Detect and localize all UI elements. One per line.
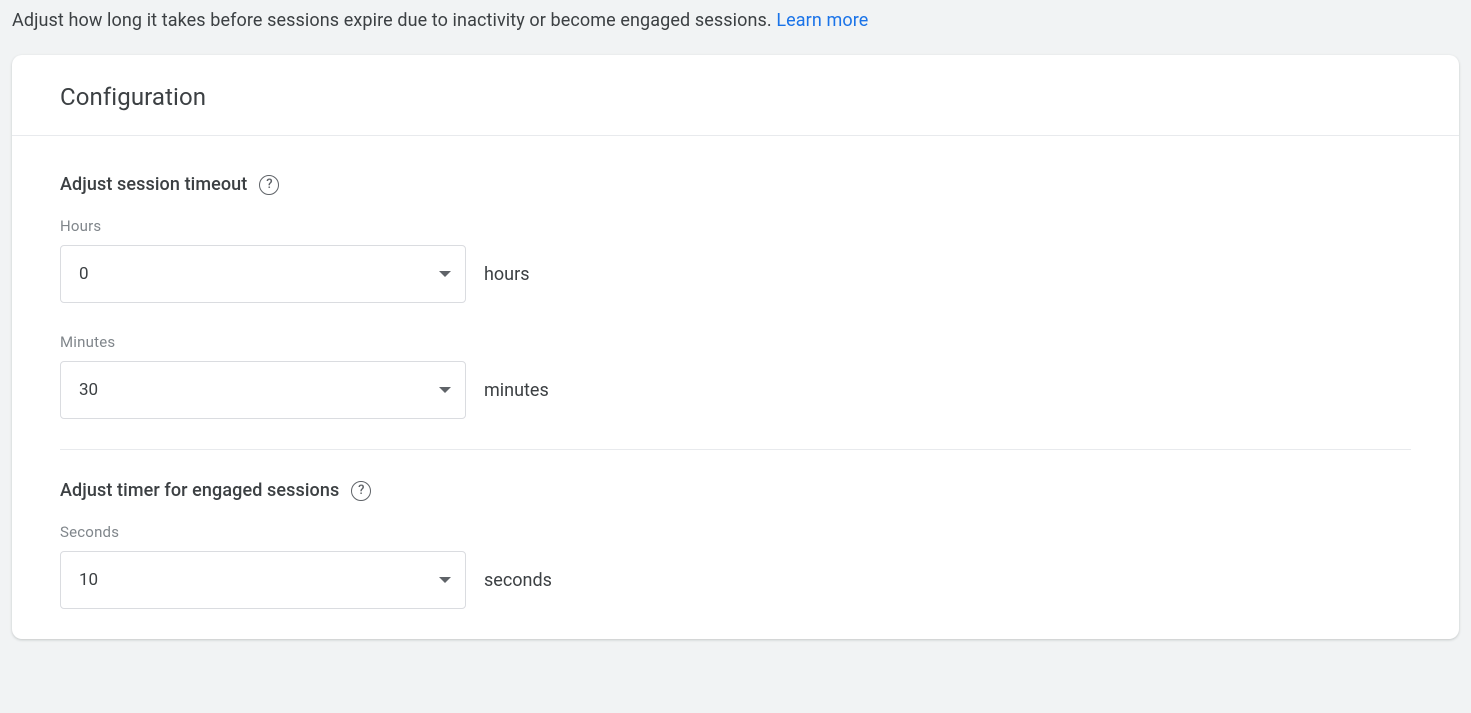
- minutes-label: Minutes: [60, 333, 1411, 351]
- chevron-down-icon: [439, 577, 451, 583]
- hours-suffix: hours: [484, 264, 530, 285]
- engaged-sessions-section: Adjust timer for engaged sessions Second…: [60, 450, 1411, 609]
- seconds-suffix: seconds: [484, 570, 552, 591]
- card-header: Configuration: [12, 55, 1459, 136]
- configuration-card: Configuration Adjust session timeout Hou…: [12, 55, 1459, 639]
- description-text: Adjust how long it takes before sessions…: [12, 10, 776, 31]
- hours-row: 0 hours: [60, 245, 1411, 303]
- minutes-select[interactable]: 30: [60, 361, 466, 419]
- seconds-select[interactable]: 10: [60, 551, 466, 609]
- minutes-row: 30 minutes: [60, 361, 1411, 419]
- help-icon[interactable]: [259, 175, 279, 195]
- page-description: Adjust how long it takes before sessions…: [0, 0, 1471, 55]
- seconds-value: 10: [79, 570, 98, 590]
- seconds-row: 10 seconds: [60, 551, 1411, 609]
- hours-value: 0: [79, 264, 89, 284]
- seconds-label: Seconds: [60, 523, 1411, 541]
- engaged-sessions-heading: Adjust timer for engaged sessions: [60, 480, 1411, 501]
- help-icon[interactable]: [351, 481, 371, 501]
- minutes-value: 30: [79, 380, 98, 400]
- card-body: Adjust session timeout Hours 0 hours Min…: [12, 136, 1459, 639]
- session-timeout-heading-text: Adjust session timeout: [60, 174, 247, 195]
- engaged-sessions-heading-text: Adjust timer for engaged sessions: [60, 480, 339, 501]
- chevron-down-icon: [439, 387, 451, 393]
- hours-select[interactable]: 0: [60, 245, 466, 303]
- learn-more-link[interactable]: Learn more: [776, 10, 868, 31]
- minutes-suffix: minutes: [484, 380, 549, 401]
- card-title: Configuration: [60, 83, 1421, 111]
- chevron-down-icon: [439, 271, 451, 277]
- session-timeout-heading: Adjust session timeout: [60, 174, 1411, 195]
- hours-label: Hours: [60, 217, 1411, 235]
- session-timeout-section: Adjust session timeout Hours 0 hours Min…: [60, 144, 1411, 419]
